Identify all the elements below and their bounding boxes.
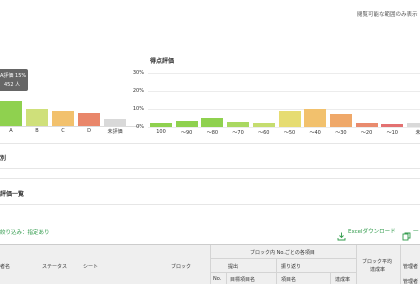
col-header-group: ブロック内 No.ごとの各項目 — [250, 250, 315, 256]
score-y-tick-label: 0% — [136, 124, 144, 130]
grade-distribution-chart: A B C D 未評価 A評価 15% 452 人 — [0, 60, 140, 140]
score-bar[interactable] — [329, 114, 352, 127]
score-tick-label: 100 — [156, 129, 166, 135]
grade-bar[interactable] — [104, 119, 126, 126]
score-y-axis: 30% 20% 10% 0% — [128, 68, 144, 130]
col-header-submit: 提出 — [228, 264, 239, 270]
visible-scope-note: 閲覧可能な範囲のみ表示 — [357, 12, 418, 18]
grade-tick-label: B — [35, 128, 39, 134]
divider — [0, 143, 420, 144]
score-gridline — [148, 73, 420, 74]
col-header-no: No. — [213, 276, 222, 282]
score-tick-label: 〜60 — [258, 130, 270, 136]
score-y-tick-label: 20% — [132, 88, 144, 94]
grade-tick-label: D — [87, 128, 91, 134]
col-header-goal-item: 目標項目名 — [230, 277, 256, 283]
score-bar[interactable] — [381, 124, 404, 127]
divider — [0, 178, 420, 179]
score-gridline — [148, 91, 420, 92]
score-bar[interactable] — [227, 121, 250, 127]
score-tick-label: 〜70 — [232, 130, 244, 136]
score-bar[interactable] — [150, 123, 172, 127]
col-divider — [210, 272, 356, 273]
extra-action-label: 一 — [413, 229, 419, 235]
col-header-block[interactable]: ブロック — [171, 263, 191, 270]
score-y-tick-label: 10% — [132, 106, 144, 112]
download-icon — [337, 226, 346, 241]
grade-bar[interactable] — [26, 109, 48, 126]
grade-tick-row: A B C D 未評価 — [0, 128, 140, 136]
col-divider — [356, 245, 357, 284]
score-tick-label: 〜90 — [181, 130, 193, 136]
score-tick-row: 100 〜90 〜80 〜70 〜60 〜50 〜40 〜30 〜20 〜10 未 — [148, 129, 420, 137]
col-divider — [210, 245, 211, 284]
filter-link[interactable]: 絞り込み：指定あり — [0, 228, 50, 236]
col-header-admin-2: 管理者 — [403, 279, 419, 285]
excel-download-label: Excelダウンロード — [348, 229, 396, 235]
score-tick-label: 〜50 — [283, 130, 296, 136]
score-tick-label: 〜30 — [335, 130, 347, 136]
grade-tick-label: C — [61, 128, 65, 134]
score-y-tick-label: 30% — [132, 70, 144, 76]
col-header-avg-line1: ブロック平均 — [362, 259, 393, 265]
col-header-name[interactable]: 者名 — [0, 263, 10, 270]
col-header-rate: 達成率 — [335, 277, 351, 283]
score-bar[interactable] — [201, 118, 224, 127]
col-header-status[interactable]: ステータス — [42, 263, 67, 270]
grade-tick-label: A — [9, 128, 13, 134]
score-bar[interactable] — [175, 120, 198, 127]
score-bar[interactable] — [407, 122, 420, 127]
section-list-title: 評価一覧 — [0, 191, 25, 198]
col-divider — [210, 258, 356, 259]
col-divider — [226, 272, 227, 284]
col-header-admin: 管理者 — [403, 264, 419, 270]
score-tick-label: 〜80 — [206, 130, 219, 136]
grade-bar[interactable] — [0, 101, 22, 126]
score-bar[interactable] — [304, 109, 327, 127]
section-breakdown-title: 別 — [0, 155, 7, 162]
grade-tick-label: 未評価 — [107, 129, 123, 135]
grade-tooltip-line1: A評価 15% — [0, 73, 27, 79]
score-bar[interactable] — [252, 123, 275, 127]
grade-tooltip-line2: 452 人 — [4, 82, 21, 88]
score-chart-title: 得点評価 — [150, 58, 175, 65]
score-gridline — [148, 127, 420, 128]
col-header-review: 振り返り — [281, 264, 302, 270]
score-bar[interactable] — [278, 110, 301, 127]
score-tick-label: 〜10 — [386, 130, 398, 136]
col-divider — [400, 245, 401, 284]
col-header-item: 項目名 — [281, 277, 297, 283]
table-header: 者名 ステータス シート ブロック ブロック内 No.ごとの各項目 提出 振り返… — [0, 244, 420, 285]
score-plot-area — [148, 73, 420, 128]
score-tick-label: 〜20 — [360, 130, 373, 136]
score-tick-label: 未 — [415, 130, 420, 136]
score-tick-label: 〜40 — [309, 130, 321, 136]
score-bar[interactable] — [355, 123, 378, 127]
copy-icon — [402, 226, 411, 241]
col-divider — [276, 258, 277, 284]
divider — [0, 168, 420, 169]
grade-baseline — [0, 126, 140, 127]
grade-bar[interactable] — [78, 112, 100, 126]
col-divider — [330, 272, 331, 284]
divider — [0, 204, 420, 205]
grade-tooltip: A評価 15% 452 人 — [0, 69, 28, 91]
grade-bar[interactable] — [52, 111, 74, 126]
score-distribution-chart: 30% 20% 10% 0% 100 〜90 〜80 〜70 〜60 〜50 〜40 〜30 〜20 〜… — [128, 68, 420, 138]
col-header-avg-line2: 達成率 — [370, 267, 386, 273]
col-header-sheet[interactable]: シート — [83, 263, 98, 270]
